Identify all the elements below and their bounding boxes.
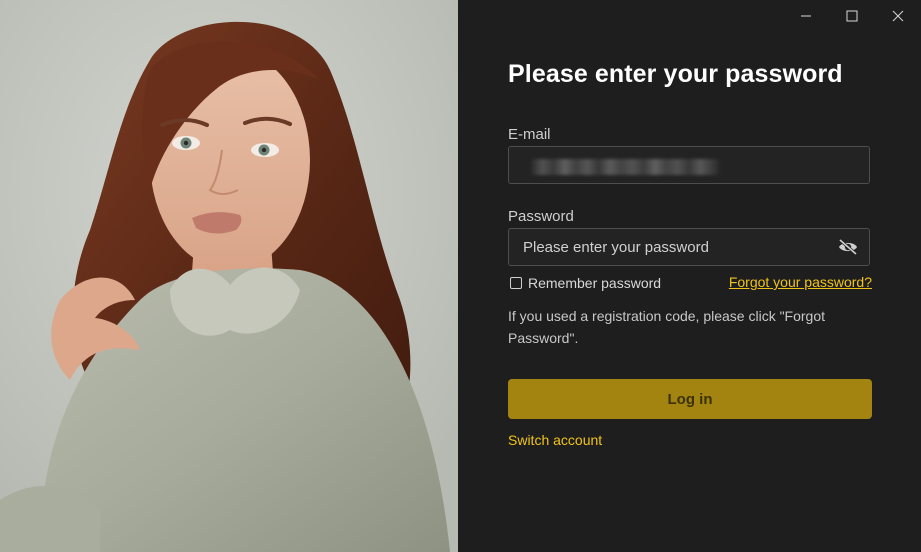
login-panel: Please enter your password E-mail Passwo… [458, 0, 921, 552]
login-button[interactable]: Log in [508, 379, 872, 419]
page-title: Please enter your password [508, 60, 843, 88]
remember-password-checkbox[interactable] [510, 277, 522, 289]
maximize-button[interactable] [829, 0, 875, 32]
minimize-button[interactable] [783, 0, 829, 32]
remember-password-option[interactable]: Remember password [510, 275, 661, 291]
login-window: Please enter your password E-mail Passwo… [0, 0, 921, 552]
password-input[interactable] [509, 229, 869, 265]
portrait-illustration [0, 0, 458, 552]
close-button[interactable] [875, 0, 921, 32]
email-label: E-mail [508, 126, 551, 143]
forgot-password-link[interactable]: Forgot your password? [729, 274, 872, 290]
remember-password-label: Remember password [528, 275, 662, 291]
portrait-photo [0, 0, 458, 552]
password-label: Password [508, 208, 574, 225]
minimize-icon [801, 15, 811, 17]
email-field[interactable] [508, 146, 870, 184]
window-controls [783, 0, 921, 32]
switch-account-link[interactable]: Switch account [508, 432, 602, 448]
registration-hint: If you used a registration code, please … [508, 308, 826, 346]
maximize-icon [846, 10, 858, 22]
close-icon [892, 10, 904, 22]
eye-off-icon[interactable] [837, 238, 859, 256]
password-field[interactable] [508, 228, 870, 266]
email-redacted-mask [531, 159, 719, 175]
